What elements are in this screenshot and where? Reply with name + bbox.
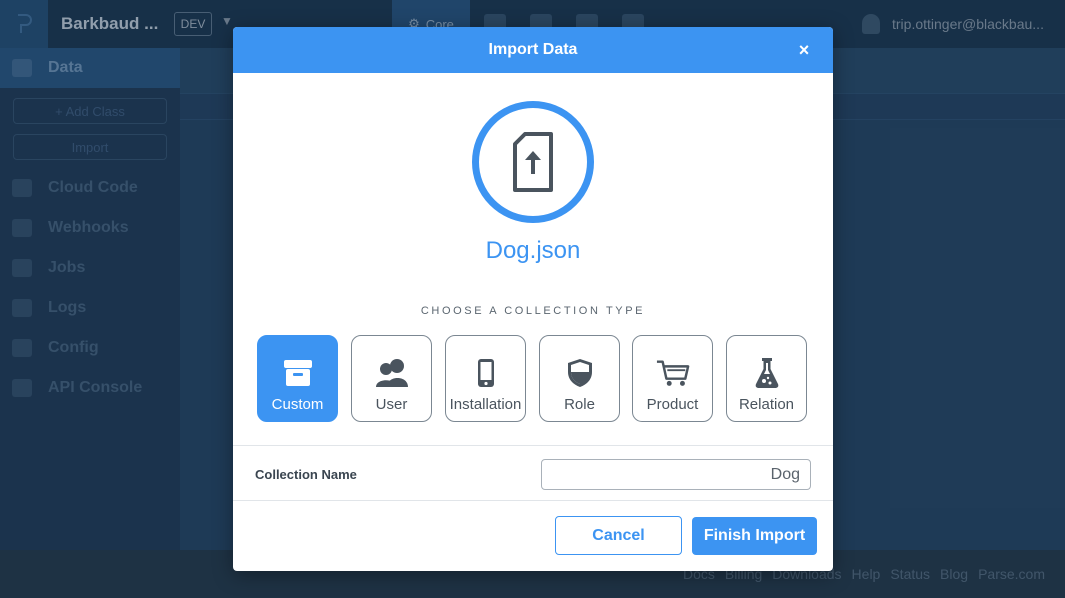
type-label: Custom xyxy=(271,396,324,413)
flask-icon xyxy=(750,356,784,390)
type-label: Relation xyxy=(738,396,795,413)
divider xyxy=(233,445,833,446)
type-custom-button[interactable]: Custom xyxy=(257,335,338,422)
shield-icon xyxy=(563,356,597,390)
type-label: Product xyxy=(646,396,699,413)
modal-header: Import Data × xyxy=(233,27,833,73)
archive-box-icon xyxy=(281,356,315,390)
collection-name-input[interactable] xyxy=(541,459,811,490)
collection-type-picker: Custom User Installation Role Product Re… xyxy=(257,335,809,423)
type-role-button[interactable]: Role xyxy=(539,335,620,422)
type-relation-button[interactable]: Relation xyxy=(726,335,807,422)
close-icon: × xyxy=(798,39,810,60)
type-label: Role xyxy=(564,396,595,413)
type-installation-button[interactable]: Installation xyxy=(445,335,526,422)
type-label: Installation xyxy=(449,396,522,413)
close-button[interactable]: × xyxy=(793,39,815,61)
type-user-button[interactable]: User xyxy=(351,335,432,422)
collection-name-label: Collection Name xyxy=(255,467,357,482)
file-upload-icon xyxy=(472,101,594,223)
cart-icon xyxy=(656,356,690,390)
divider xyxy=(233,500,833,501)
import-data-modal: Import Data × Dog.json CHOOSE A COLLECTI… xyxy=(233,27,833,571)
users-icon xyxy=(375,356,409,390)
modal-title: Import Data xyxy=(488,41,578,58)
file-name: Dog.json xyxy=(485,237,581,264)
finish-import-button[interactable]: Finish Import xyxy=(692,517,817,555)
choose-collection-type-label: CHOOSE A COLLECTION TYPE xyxy=(420,305,646,317)
phone-icon xyxy=(469,356,503,390)
type-label: User xyxy=(375,396,408,413)
type-product-button[interactable]: Product xyxy=(632,335,713,422)
cancel-button[interactable]: Cancel xyxy=(555,516,682,555)
